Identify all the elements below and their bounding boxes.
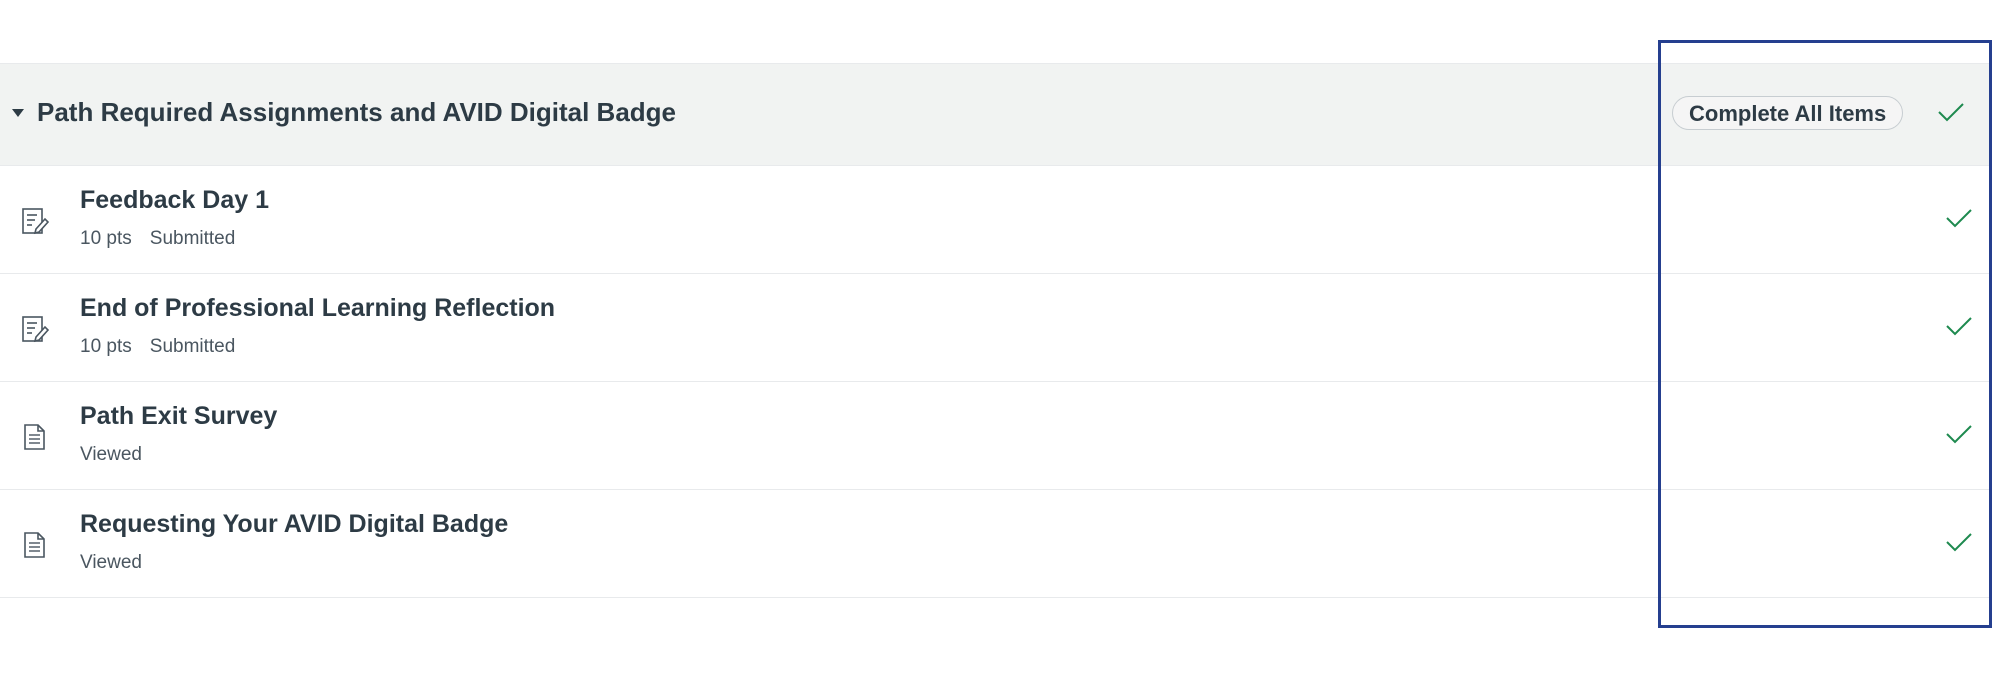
checkmark-icon: [1938, 102, 1964, 122]
item-meta: 10 pts Submitted: [80, 336, 235, 358]
checkmark-icon: [1946, 424, 1972, 444]
module-item[interactable]: End of Professional Learning Reflection …: [0, 274, 1990, 382]
item-title-link[interactable]: Path Exit Survey: [80, 402, 277, 431]
checkmark-icon: [1946, 316, 1972, 336]
requirement-pill: Complete All Items: [1672, 96, 1904, 130]
item-title-link[interactable]: End of Professional Learning Reflection: [80, 294, 555, 323]
item-points: 10 pts: [80, 228, 132, 249]
item-status: Submitted: [149, 336, 236, 357]
item-meta: Viewed: [80, 444, 142, 466]
module-item[interactable]: Feedback Day 1 10 pts Submitted: [0, 166, 1990, 274]
item-points: 10 pts: [80, 336, 132, 357]
checkmark-icon: [1946, 208, 1972, 228]
item-meta: 10 pts Submitted: [80, 228, 235, 250]
item-meta: Viewed: [80, 552, 142, 574]
module: Path Required Assignments and AVID Digit…: [0, 63, 1990, 598]
item-status: Submitted: [149, 228, 236, 249]
page-icon: [20, 422, 50, 452]
module-item[interactable]: Requesting Your AVID Digital Badge Viewe…: [0, 490, 1990, 598]
page: Path Required Assignments and AVID Digit…: [0, 0, 2000, 700]
item-title-link[interactable]: Feedback Day 1: [80, 186, 269, 215]
checkmark-icon: [1946, 532, 1972, 552]
item-status: Viewed: [80, 552, 142, 573]
module-item[interactable]: Path Exit Survey Viewed: [0, 382, 1990, 490]
collapse-caret-icon[interactable]: [12, 109, 24, 117]
module-title[interactable]: Path Required Assignments and AVID Digit…: [37, 97, 676, 128]
page-icon: [20, 530, 50, 560]
assignment-icon: [20, 206, 50, 236]
module-header[interactable]: Path Required Assignments and AVID Digit…: [0, 64, 1990, 166]
assignment-icon: [20, 314, 50, 344]
item-status: Viewed: [80, 444, 142, 465]
item-title-link[interactable]: Requesting Your AVID Digital Badge: [80, 510, 508, 539]
